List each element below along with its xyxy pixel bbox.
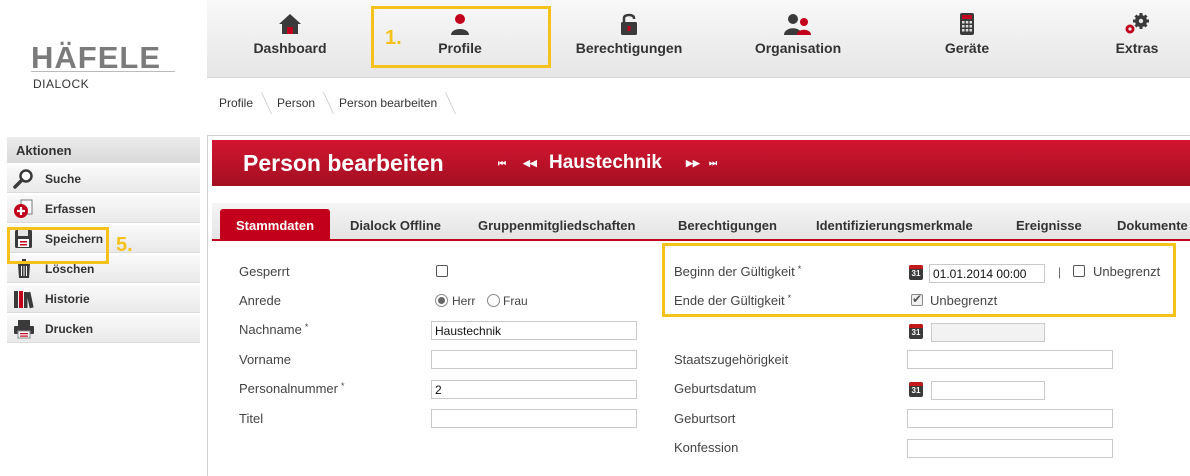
books-icon (14, 291, 34, 309)
tab-stammdaten[interactable]: Stammdaten (220, 209, 331, 241)
sidebar-item-label: Erfassen (45, 201, 96, 216)
personalnummer-input[interactable] (431, 380, 637, 399)
nav-organisation[interactable]: Organisation (723, 12, 873, 56)
sidebar-item-label: Drucken (45, 321, 94, 336)
logo-divider (31, 71, 175, 72)
step-5-label: 5. (116, 234, 133, 256)
nav-label: Dashboard (253, 40, 327, 56)
calendar-icon[interactable]: 31 (909, 382, 923, 397)
ende-date-input[interactable] (931, 323, 1045, 342)
gears-icon (1125, 13, 1149, 34)
padlock-icon (621, 13, 637, 35)
nav-label: Organisation (754, 40, 842, 56)
anrede-herr-label: Herr (452, 294, 476, 308)
tab-dialock-offline[interactable]: Dialock Offline (334, 209, 457, 241)
personalnummer-label-text: Personalnummer (239, 381, 338, 396)
sidebar-item-label: Suche (45, 171, 82, 186)
staatszugehoerigkeit-input[interactable] (907, 350, 1113, 369)
tab-berechtigungen[interactable]: Berechtigungen (662, 209, 793, 241)
titel-label: Titel (239, 411, 264, 426)
nav-berechtigungen[interactable]: Berechtigungen (554, 12, 704, 56)
sidebar-item-historie[interactable]: Historie (7, 285, 200, 313)
konfession-input[interactable] (907, 439, 1113, 458)
anrede-label: Anrede (239, 293, 281, 308)
device-keypad-icon (960, 13, 974, 35)
sidebar-item-label: Historie (45, 291, 90, 306)
titel-input[interactable] (431, 409, 637, 428)
add-icon (14, 199, 33, 218)
logo-area: HÄFELE DIALOCK (0, 0, 207, 128)
gesperrt-label: Gesperrt (239, 264, 290, 279)
nachname-input[interactable] (431, 321, 637, 340)
anrede-frau-label: Frau (503, 294, 528, 308)
tab-dokumente[interactable]: Dokumente (1101, 209, 1190, 241)
geburtsdatum-input[interactable] (931, 381, 1045, 400)
personalnummer-label: Personalnummer * (239, 381, 345, 396)
vorname-label: Vorname (239, 352, 292, 367)
step-1-label: 1. (385, 27, 402, 49)
nav-label: Geräte (944, 40, 990, 56)
konfession-label: Konfession (674, 440, 739, 455)
geburtsort-label: Geburtsort (674, 411, 736, 426)
breadcrumb: Profile Person Person bearbeiten (207, 86, 449, 120)
tab-identifizierungsmerkmale[interactable]: Identifizierungsmerkmale (800, 209, 989, 241)
users-group-icon (784, 14, 811, 35)
nav-prev-button[interactable]: ◀◀ (523, 158, 537, 169)
nav-dashboard[interactable]: Dashboard (215, 12, 365, 56)
printer-icon (14, 320, 34, 339)
anrede-frau-radio[interactable] (487, 294, 500, 307)
highlight-save-box (7, 227, 109, 264)
anrede-herr-radio[interactable] (435, 294, 448, 307)
record-name: Haustechnik (549, 152, 662, 173)
calendar-day: 31 (911, 328, 921, 337)
tab-ereignisse[interactable]: Ereignisse (1000, 209, 1098, 241)
sidebar-item-erfassen[interactable]: Erfassen (7, 195, 200, 223)
sidebar-item-suche[interactable]: Suche (7, 165, 200, 193)
sidebar-title: Aktionen (7, 137, 200, 163)
highlight-validity-box (662, 243, 1176, 317)
magnifier-icon (13, 169, 33, 189)
app-root: HÄFELE DIALOCK Dashboard Profile Berecht… (0, 0, 1190, 476)
nav-geraete[interactable]: Geräte (892, 12, 1042, 56)
sidebar-item-drucken[interactable]: Drucken (7, 315, 200, 343)
required-marker: * (304, 322, 309, 332)
house-icon (279, 14, 301, 34)
tab-gruppenmitgliedschaften[interactable]: Gruppenmitgliedschaften (462, 209, 651, 241)
nachname-label-text: Nachname (239, 322, 302, 337)
nav-extras[interactable]: Extras (1062, 12, 1190, 56)
required-marker: * (341, 381, 345, 391)
staatszugehoerigkeit-label: Staatszugehörigkeit (674, 352, 789, 367)
gesperrt-checkbox[interactable] (436, 265, 448, 277)
geburtsdatum-label: Geburtsdatum (674, 381, 757, 396)
page-titlebar: Person bearbeiten ⏮ ◀◀ Haustechnik ▶▶ ⏭ (212, 140, 1190, 186)
breadcrumb-item-person-bearbeiten[interactable]: Person bearbeiten (327, 86, 449, 120)
nav-next-button[interactable]: ▶▶ (686, 158, 700, 169)
page-title: Person bearbeiten (243, 150, 444, 176)
nachname-label: Nachname * (239, 322, 308, 337)
nav-last-button[interactable]: ⏭ (709, 158, 717, 169)
nav-first-button[interactable]: ⏮ (498, 158, 506, 169)
breadcrumb-item-person[interactable]: Person (265, 86, 327, 120)
calendar-day: 31 (911, 386, 921, 395)
geburtsort-input[interactable] (907, 409, 1113, 428)
nav-label: Berechtigungen (575, 40, 683, 56)
vorname-input[interactable] (431, 350, 637, 369)
breadcrumb-item-profile[interactable]: Profile (207, 86, 265, 120)
calendar-icon[interactable]: 31 (909, 324, 923, 339)
nav-label: Extras (1115, 40, 1159, 56)
brand-subtitle: DIALOCK (33, 77, 90, 91)
